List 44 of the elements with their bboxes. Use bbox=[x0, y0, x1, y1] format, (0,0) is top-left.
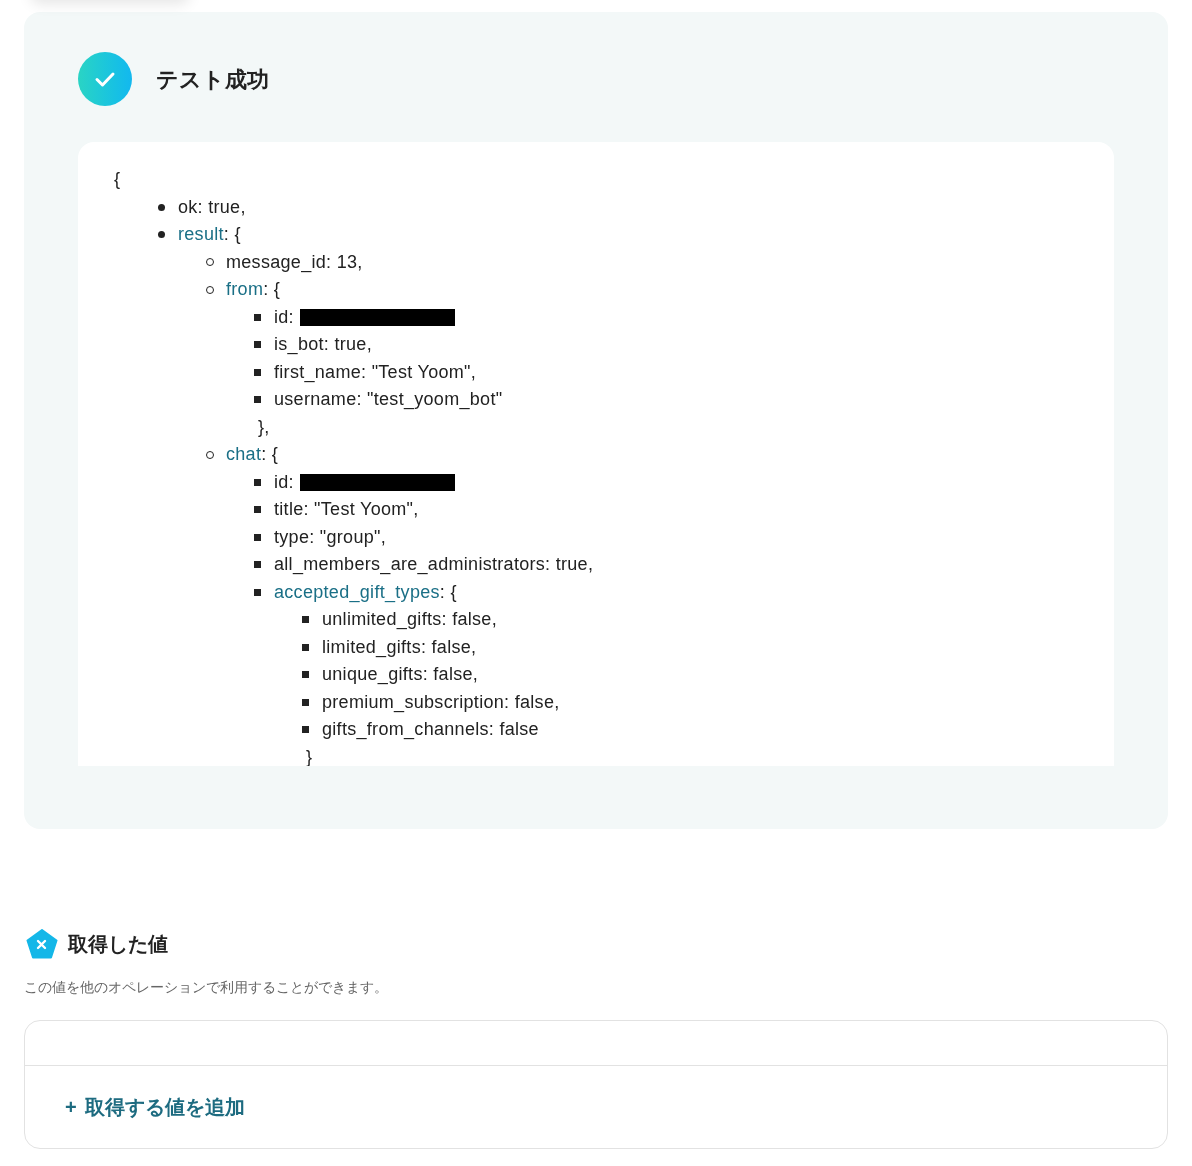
json-line: all_members_are_administrators: true, bbox=[274, 553, 594, 577]
bullet-icon bbox=[254, 588, 261, 596]
check-icon bbox=[78, 52, 132, 106]
bullet-icon bbox=[302, 698, 309, 706]
json-line: is_bot: true, bbox=[274, 333, 372, 357]
bullet-icon bbox=[302, 726, 309, 734]
json-brace: { bbox=[114, 168, 121, 191]
json-line: unlimited_gifts: false, bbox=[322, 608, 497, 632]
bullet-icon bbox=[254, 506, 261, 514]
bullet-icon bbox=[254, 396, 261, 404]
json-line: message_id: 13, bbox=[226, 250, 363, 275]
json-line: result: { bbox=[178, 223, 241, 246]
section-title: 取得した値 bbox=[68, 932, 168, 957]
json-brace: }, bbox=[258, 415, 270, 439]
bullet-icon bbox=[254, 561, 261, 569]
json-line: accepted_gift_types: { bbox=[274, 580, 457, 605]
json-line: chat: { bbox=[226, 443, 279, 466]
bullet-icon bbox=[158, 231, 165, 239]
bullet-icon bbox=[158, 203, 165, 211]
status-title: テスト成功 bbox=[156, 65, 269, 94]
x-pentagon-icon bbox=[26, 929, 58, 959]
json-line: unique_gifts: false, bbox=[322, 663, 479, 687]
bullet-icon bbox=[254, 478, 261, 486]
bullet-icon bbox=[302, 643, 309, 651]
json-key: id: bbox=[274, 303, 294, 331]
json-key: id: bbox=[274, 468, 294, 496]
json-line: limited_gifts: false, bbox=[322, 635, 477, 660]
json-line: ok: true, bbox=[178, 195, 246, 219]
bullet-icon bbox=[254, 341, 261, 349]
json-line: premium_subscription: false, bbox=[322, 690, 560, 715]
bullet-icon bbox=[254, 533, 261, 541]
json-line: type: "group", bbox=[274, 525, 387, 549]
json-line: first_name: "Test Yoom", bbox=[274, 360, 477, 385]
json-brace: } bbox=[306, 745, 313, 766]
bullet-icon bbox=[254, 313, 261, 321]
json-line: username: "test_yoom_bot" bbox=[274, 388, 503, 412]
json-line: title: "Test Yoom", bbox=[274, 498, 419, 521]
bullet-icon bbox=[302, 616, 309, 624]
bullet-icon bbox=[302, 671, 309, 679]
section-description: この値を他のオペレーションで利用することができます。 bbox=[24, 978, 389, 997]
json-line: gifts_from_channels: false bbox=[322, 718, 539, 742]
bullet-icon bbox=[254, 368, 261, 376]
json-line: from: { bbox=[226, 278, 281, 301]
add-value-button[interactable]: + 取得する値を追加 bbox=[65, 1092, 245, 1122]
